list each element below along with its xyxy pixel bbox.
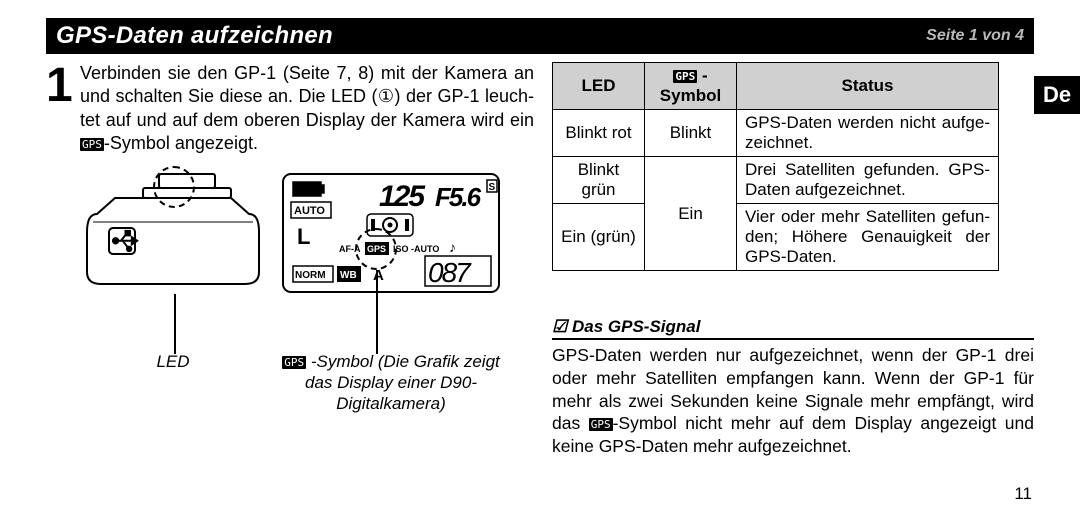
note-title-text: Das GPS-Signal <box>567 317 700 336</box>
page-number: 11 <box>1014 484 1032 504</box>
svg-text:AUTO: AUTO <box>294 205 325 217</box>
caption-led: LED <box>79 351 267 415</box>
caption-lcd-text: -Symbol (Die Grafik zeigt das Display ei… <box>305 352 500 414</box>
svg-text:S: S <box>489 182 496 193</box>
lcd-illustration: 125 F5.6 S <box>281 172 501 299</box>
cell-symbol: Blinkt <box>645 110 737 157</box>
svg-text:NORM: NORM <box>295 270 326 281</box>
page-indicator: Seite 1 von 4 <box>926 27 1024 45</box>
gps-icon: GPS <box>80 138 104 151</box>
svg-text:♪: ♪ <box>449 239 456 255</box>
table-row: Blinkt grün Ein Drei Satelliten gefunden… <box>553 157 999 204</box>
th-led: LED <box>553 63 645 110</box>
gps-status-table: LED GPS -Symbol Status Blinkt rot Blinkt… <box>552 62 999 271</box>
cell-status: Vier oder mehr Satelliten gefun­den; Höh… <box>737 204 999 271</box>
header-bar: GPS-Daten aufzeichnen Seite 1 von 4 <box>46 18 1034 54</box>
svg-text:WB: WB <box>340 270 357 281</box>
note-box: ☑ Das GPS-Signal GPS-Daten werden nur au… <box>552 317 1034 458</box>
svg-text:L: L <box>297 224 310 249</box>
cell-status: GPS-Daten werden nicht aufge­zeichnet. <box>737 110 999 157</box>
note-title: ☑ Das GPS-Signal <box>552 317 1034 340</box>
note-body-after: -Symbol nicht mehr auf dem Display angez… <box>552 413 1034 456</box>
cell-status: Drei Satelliten gefunden. GPS-Daten aufg… <box>737 157 999 204</box>
step-text: Verbinden sie den GP-1 (Seite 7, 8) mit … <box>80 62 534 156</box>
illustration: 125 F5.6 S <box>46 172 534 299</box>
cell-led: Ein (grün) <box>553 204 645 271</box>
svg-text:F5.6: F5.6 <box>435 182 482 212</box>
check-icon: ☑ <box>552 317 567 336</box>
step-text-after: -Symbol angezeigt. <box>104 133 258 153</box>
led-callout-circle <box>153 166 195 208</box>
note-body: GPS-Daten werden nur aufgezeichnet, wenn… <box>552 344 1034 458</box>
cell-led: Blinkt rot <box>553 110 645 157</box>
step-1: 1 Verbinden sie den GP-1 (Seite 7, 8) mi… <box>46 62 534 156</box>
gps-icon: GPS <box>589 418 613 431</box>
left-column: 1 Verbinden sie den GP-1 (Seite 7, 8) mi… <box>46 62 534 458</box>
gps-icon: GPS <box>282 356 306 369</box>
table-row: Blinkt rot Blinkt GPS-Daten werden nicht… <box>553 110 999 157</box>
table-row: Ein (grün) Vier oder mehr Satelliten gef… <box>553 204 999 271</box>
right-column: LED GPS -Symbol Status Blinkt rot Blinkt… <box>552 62 1034 458</box>
leader-line <box>376 270 378 354</box>
gps-symbol-callout-circle <box>355 228 397 270</box>
cell-led: Blinkt grün <box>553 157 645 204</box>
device-illustration <box>79 172 267 299</box>
language-tab: De <box>1034 76 1080 114</box>
page-title: GPS-Daten aufzeichnen <box>56 22 333 50</box>
gps-icon: GPS <box>673 70 697 83</box>
caption-lcd: GPS -Symbol (Die Grafik zeigt das Displa… <box>281 351 501 415</box>
th-status: Status <box>737 63 999 110</box>
svg-text:ISO -AUTO: ISO -AUTO <box>393 244 439 254</box>
leader-line <box>174 294 176 354</box>
th-symbol: GPS -Symbol <box>645 63 737 110</box>
cell-symbol: Ein <box>645 157 737 271</box>
step-number: 1 <box>46 62 80 156</box>
svg-text:125: 125 <box>379 180 426 213</box>
step-text-before: Verbinden sie den GP-1 (Seite 7, 8) mit … <box>80 63 534 130</box>
svg-text:087: 087 <box>428 257 472 288</box>
